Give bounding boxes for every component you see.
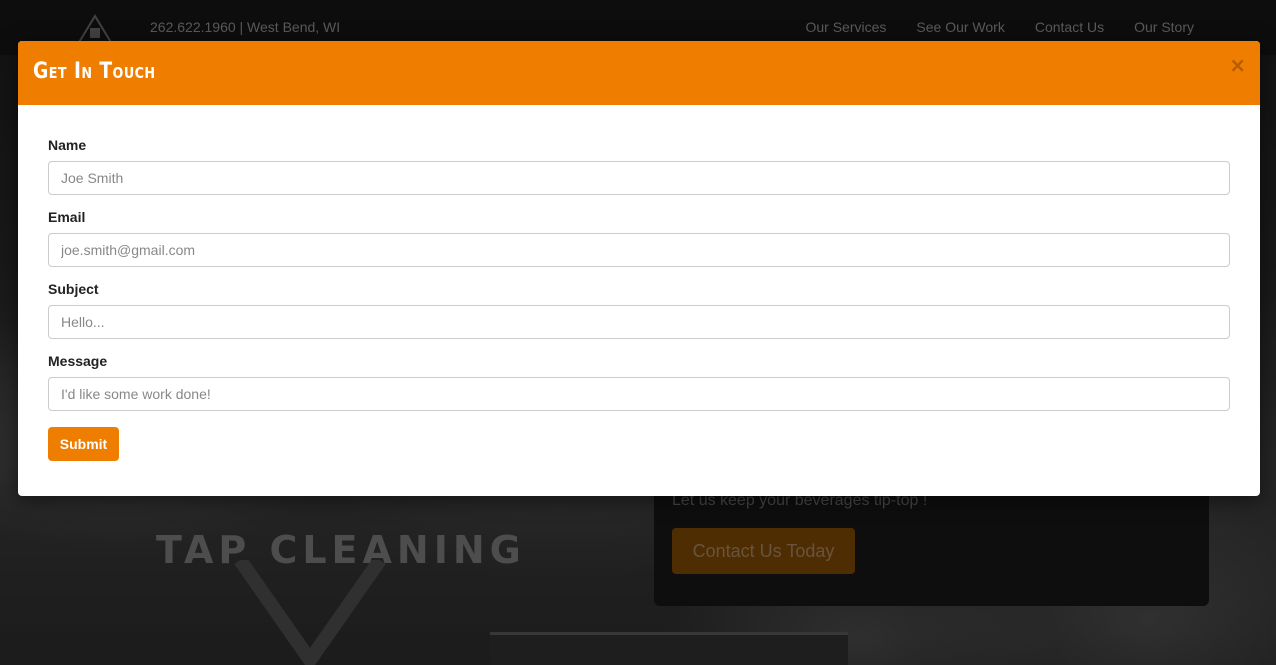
modal-title: Get In Touch [33, 59, 156, 84]
name-label: Name [48, 137, 87, 153]
message-label: Message [48, 353, 108, 369]
message-input[interactable] [48, 377, 1230, 411]
message-group: Message [48, 353, 1230, 411]
modal-header: Get In Touch × [18, 41, 1260, 105]
submit-button[interactable]: Submit [48, 427, 119, 461]
subject-input[interactable] [48, 305, 1230, 339]
contact-modal: Get In Touch × Name Email Subject Messag… [18, 41, 1260, 496]
contact-form: Name Email Subject Message Submit [18, 105, 1260, 461]
name-input[interactable] [48, 161, 1230, 195]
close-icon[interactable]: × [1229, 53, 1246, 77]
subject-group: Subject [48, 281, 1230, 339]
subject-label: Subject [48, 281, 99, 297]
email-input[interactable] [48, 233, 1230, 267]
email-label: Email [48, 209, 86, 225]
email-group: Email [48, 209, 1230, 267]
name-group: Name [48, 137, 1230, 195]
